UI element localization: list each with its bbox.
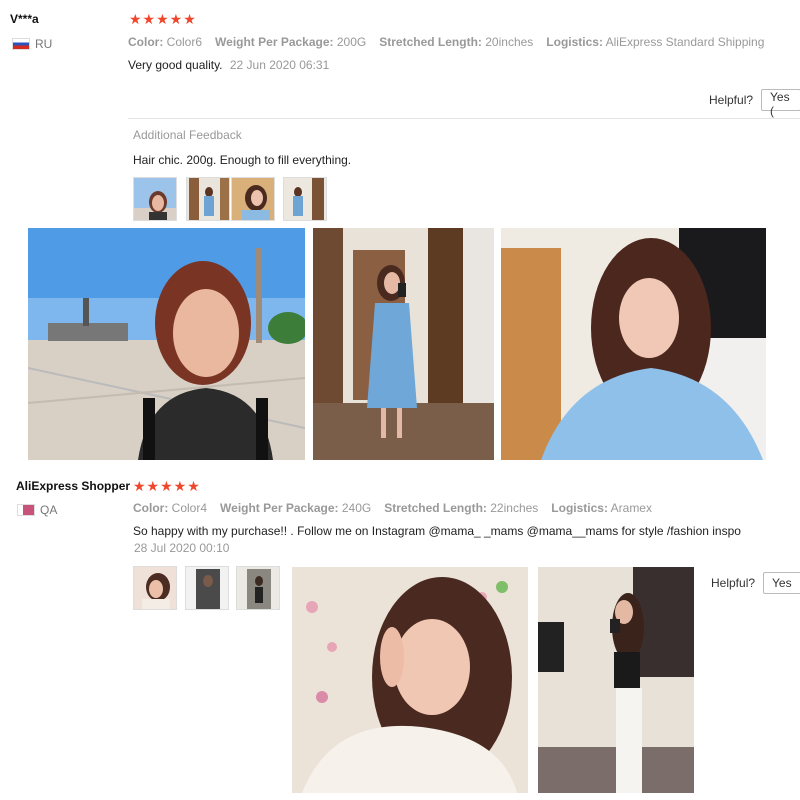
property-weight: Weight Per Package: 200G	[215, 35, 367, 49]
additional-feedback-label: Additional Feedback	[133, 128, 242, 142]
property-logistics: Logistics: Aramex	[551, 501, 652, 515]
country-code: QA	[40, 503, 58, 517]
review-thumbnail[interactable]	[231, 177, 275, 221]
product-properties: Color: Color4 Weight Per Package: 240G S…	[133, 501, 652, 515]
star-rating: ★★★★★	[133, 478, 201, 494]
review-photo[interactable]	[501, 228, 766, 460]
helpful-yes-button[interactable]: Yes (	[761, 89, 800, 118]
property-weight: Weight Per Package: 240G	[220, 501, 372, 515]
property-logistics: Logistics: AliExpress Standard Shipping	[546, 35, 765, 49]
reviewer-country: QA	[17, 503, 57, 517]
review-thumbnail[interactable]	[185, 566, 229, 610]
reviewer-name: V***a	[10, 12, 39, 26]
property-length: Stretched Length: 22inches	[384, 501, 539, 515]
flag-icon	[12, 38, 30, 50]
review-date: 28 Jul 2020 00:10	[134, 541, 230, 555]
property-length: Stretched Length: 20inches	[379, 35, 534, 49]
reviewer-country: RU	[12, 37, 52, 51]
divider	[128, 118, 800, 119]
review-thumbnail[interactable]	[133, 177, 177, 221]
review-thumbnail[interactable]	[236, 566, 280, 610]
helpful-label: Helpful?	[709, 93, 754, 107]
review-thumbnail[interactable]	[186, 177, 230, 221]
star-rating: ★★★★★	[129, 11, 197, 27]
country-code: RU	[35, 37, 53, 51]
helpful-label: Helpful?	[711, 576, 756, 590]
helpful-yes-button[interactable]: Yes	[763, 572, 800, 594]
review-text: Very good quality.	[128, 58, 223, 72]
review-photo[interactable]	[292, 567, 528, 793]
review-text: So happy with my purchase!! . Follow me …	[133, 524, 741, 538]
review-text-row: Very good quality. 22 Jun 2020 06:31	[128, 58, 329, 72]
product-properties: Color: Color6 Weight Per Package: 200G S…	[128, 35, 764, 49]
additional-feedback-text: Hair chic. 200g. Enough to fill everythi…	[133, 153, 352, 167]
review-photo[interactable]	[28, 228, 305, 460]
flag-icon	[17, 504, 35, 516]
review-photo[interactable]	[313, 228, 494, 460]
review-thumbnail[interactable]	[133, 566, 177, 610]
property-color: Color: Color4	[133, 501, 208, 515]
review-photo[interactable]	[538, 567, 694, 793]
review-date: 22 Jun 2020 06:31	[229, 58, 330, 72]
helpful-area: Helpful? Yes	[711, 572, 800, 594]
helpful-area: Helpful? Yes (	[709, 89, 800, 118]
review-thumbnail[interactable]	[283, 177, 327, 221]
property-color: Color: Color6	[128, 35, 203, 49]
reviewer-name: AliExpress Shopper	[16, 479, 131, 493]
